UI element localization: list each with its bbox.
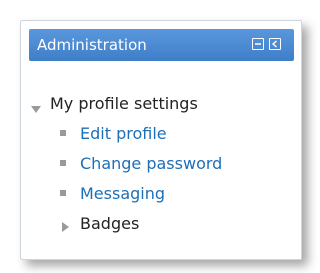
tree-item-change-password[interactable]: Change password	[60, 154, 222, 174]
tree-item-edit-profile[interactable]: Edit profile	[60, 124, 167, 144]
expanded-triangle-icon[interactable]	[30, 100, 42, 120]
edit-profile-link[interactable]: Edit profile	[80, 124, 167, 143]
bullet-icon	[60, 190, 66, 196]
tree-item-messaging[interactable]: Messaging	[60, 184, 165, 204]
administration-block: Administration My profile settings Edit …	[20, 20, 302, 260]
bullet-icon	[60, 160, 66, 166]
tree-node-label: My profile settings	[50, 94, 198, 113]
tree-node-badges[interactable]: Badges	[60, 214, 139, 234]
page-canvas: Administration My profile settings Edit …	[0, 0, 316, 273]
admin-tree: My profile settings Edit profile Change …	[21, 21, 301, 259]
change-password-link[interactable]: Change password	[80, 154, 222, 173]
messaging-link[interactable]: Messaging	[80, 184, 165, 203]
tree-node-label: Badges	[80, 214, 140, 233]
collapsed-triangle-icon[interactable]	[61, 218, 71, 238]
bullet-icon	[60, 130, 66, 136]
tree-node-my-profile-settings[interactable]: My profile settings	[30, 94, 198, 114]
